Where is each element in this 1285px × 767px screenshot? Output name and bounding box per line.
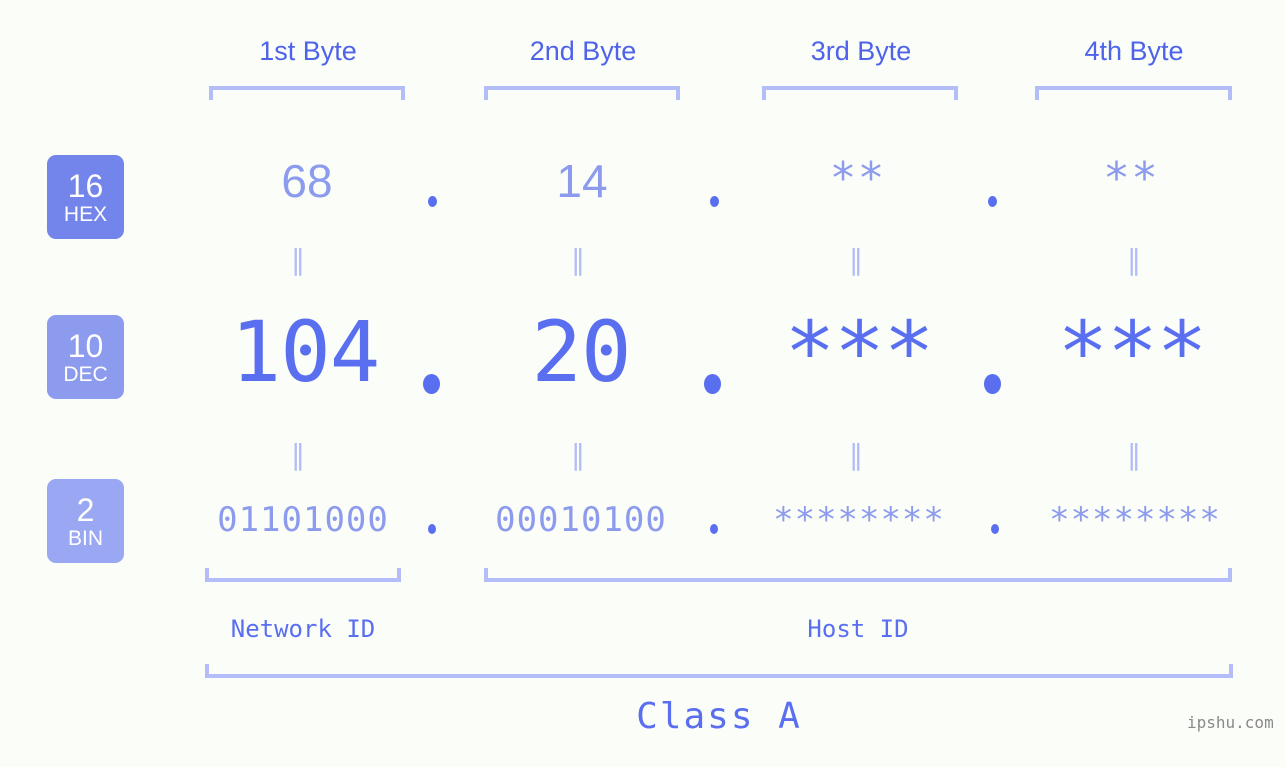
hex-byte-2: 14 bbox=[556, 155, 608, 207]
connector-dec-bin-4: ‖ bbox=[1127, 438, 1141, 471]
bin-separator-dot-1 bbox=[428, 524, 436, 534]
network-id-bracket bbox=[205, 568, 401, 582]
bin-byte-1: 01101000 bbox=[217, 500, 389, 540]
base-badge-bin: 2 BIN bbox=[47, 479, 124, 563]
connector-hex-dec-3: ‖ bbox=[849, 243, 863, 276]
class-label: Class A bbox=[636, 696, 802, 737]
host-id-bracket bbox=[484, 568, 1232, 582]
hex-byte-4: ** bbox=[1105, 153, 1162, 204]
connector-dec-bin-2: ‖ bbox=[571, 438, 585, 471]
byte-bracket-top-1 bbox=[209, 86, 405, 100]
dec-byte-3: *** bbox=[784, 303, 935, 401]
ip-breakdown-diagram: 1st Byte 2nd Byte 3rd Byte 4th Byte 16 H… bbox=[0, 0, 1285, 767]
bin-byte-3: ******** bbox=[773, 500, 945, 540]
base-badge-hex: 16 HEX bbox=[47, 155, 124, 239]
connector-hex-dec-4: ‖ bbox=[1127, 243, 1141, 276]
byte-bracket-top-3 bbox=[762, 86, 958, 100]
byte-header-4: 4th Byte bbox=[1084, 36, 1184, 66]
hex-byte-1: 68 bbox=[281, 155, 333, 207]
network-id-label: Network ID bbox=[230, 615, 376, 643]
base-badge-bin-label: BIN bbox=[67, 526, 103, 550]
hex-separator-dot-1 bbox=[428, 196, 437, 207]
base-badge-dec-number: 10 bbox=[67, 327, 104, 364]
base-badge-hex-label: HEX bbox=[63, 202, 108, 226]
bin-separator-dot-2 bbox=[710, 524, 718, 534]
byte-header-1: 1st Byte bbox=[259, 36, 357, 66]
base-badge-bin-number: 2 bbox=[76, 491, 95, 528]
bin-separator-dot-3 bbox=[991, 524, 999, 534]
connector-dec-bin-1: ‖ bbox=[291, 438, 305, 471]
connector-hex-dec-2: ‖ bbox=[571, 243, 585, 276]
base-badge-dec-label: DEC bbox=[63, 362, 108, 386]
base-badge-dec: 10 DEC bbox=[47, 315, 124, 399]
dec-separator-dot-3 bbox=[984, 374, 1001, 394]
hex-byte-3: ** bbox=[832, 153, 888, 204]
class-bracket bbox=[205, 664, 1233, 678]
byte-bracket-top-4 bbox=[1035, 86, 1232, 100]
connector-dec-bin-3: ‖ bbox=[849, 438, 863, 471]
connector-hex-dec-1: ‖ bbox=[291, 243, 305, 276]
host-id-label: Host ID bbox=[807, 615, 909, 643]
bin-byte-2: 00010100 bbox=[495, 500, 667, 540]
byte-bracket-top-2 bbox=[484, 86, 680, 100]
dec-byte-1: 104 bbox=[230, 303, 381, 401]
hex-separator-dot-3 bbox=[988, 196, 997, 207]
hex-separator-dot-2 bbox=[710, 196, 719, 207]
site-watermark: ipshu.com bbox=[1187, 713, 1274, 732]
byte-header-2: 2nd Byte bbox=[529, 36, 637, 66]
dec-byte-2: 20 bbox=[531, 303, 631, 401]
dec-byte-4: *** bbox=[1057, 303, 1208, 401]
byte-header-3: 3rd Byte bbox=[810, 36, 912, 66]
dec-separator-dot-2 bbox=[704, 374, 721, 394]
base-badge-hex-number: 16 bbox=[67, 167, 104, 204]
bin-byte-4: ******** bbox=[1049, 500, 1221, 540]
dec-separator-dot-1 bbox=[423, 374, 440, 394]
